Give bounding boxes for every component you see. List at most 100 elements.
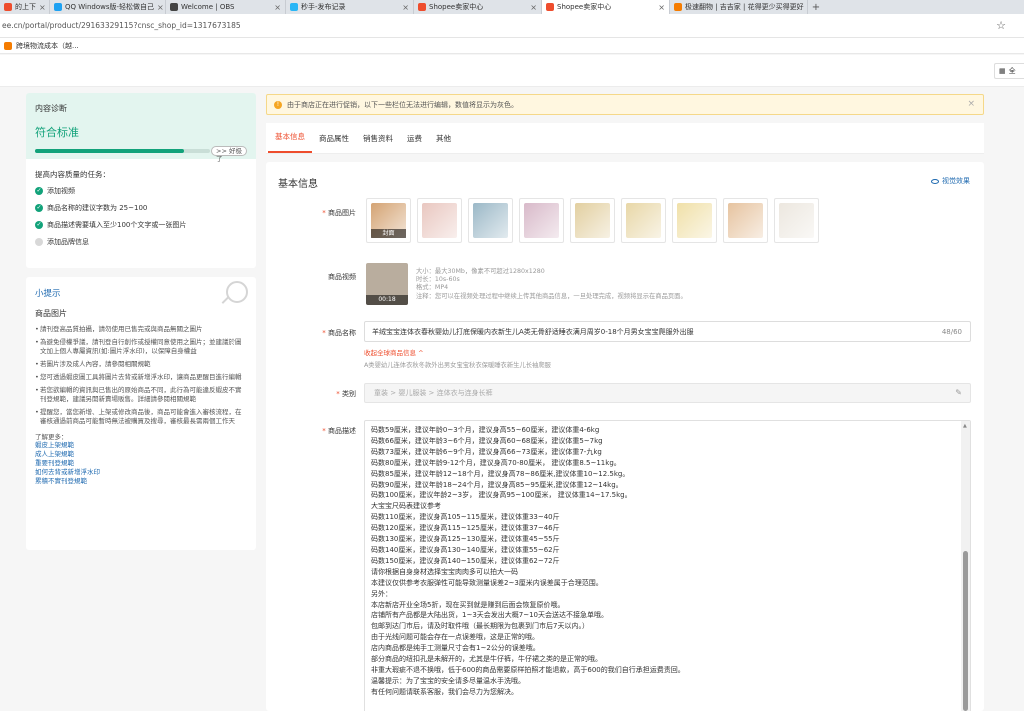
learn-more-link[interactable]: 蝦皮上架規範 bbox=[35, 441, 247, 450]
video-label: 商品视频 bbox=[328, 273, 356, 281]
description-line: 店铺所有产品都是大陆出货，1~3天会发出大概7~10天会送达不接急单哦。 bbox=[371, 611, 608, 620]
video-requirements: 大小：最大30Mb，像素不可超过1280x1280 时长：10s-60s 格式：MP… bbox=[416, 268, 687, 301]
bookmark-item[interactable]: 跨境物流成本（越... bbox=[16, 41, 79, 51]
section-tab[interactable]: 商品属性 bbox=[312, 133, 356, 153]
close-tab-icon[interactable]: × bbox=[530, 3, 537, 12]
product-name-value: 羊绒宝宝连体衣春秋婴幼儿打底保暖内衣新生儿A类无骨舒适睡衣满月周岁0-18个月男… bbox=[372, 327, 694, 336]
product-image-thumbnail[interactable]: 封面 bbox=[366, 198, 411, 243]
shop-header-button-label: 全 bbox=[1008, 67, 1016, 75]
magnifier-icon bbox=[226, 281, 248, 303]
learn-more-link[interactable]: 如何去背或新增浮水印 bbox=[35, 468, 247, 477]
learn-more-link[interactable]: 重要刊登規範 bbox=[35, 459, 247, 468]
check-circle-icon: ✓ bbox=[35, 204, 43, 212]
global-info-toggle[interactable]: 收起全球商品信息 ^ bbox=[364, 347, 424, 357]
video-thumbnail[interactable]: 00:18 bbox=[366, 263, 408, 305]
quality-progress: >> 好极了 bbox=[35, 146, 247, 163]
product-image-thumbnail[interactable] bbox=[468, 198, 513, 243]
description-line: 本建议仅供参考衣服弹性可能导致测量误差2~3厘米内误差属于合理范围。 bbox=[371, 578, 603, 587]
product-image-thumbnail[interactable] bbox=[774, 198, 819, 243]
category-label: * 类别 bbox=[336, 390, 356, 398]
close-icon[interactable]: × bbox=[967, 99, 975, 109]
section-tab[interactable]: 基本信息 bbox=[268, 131, 312, 153]
browser-tab-label: Welcome | OBS bbox=[181, 3, 235, 11]
task-item: ✓ 商品描述需要填入至少100个文字或一张图片 bbox=[35, 220, 247, 230]
browser-tab[interactable]: QQ Windows版-轻松做自己 × bbox=[50, 0, 166, 14]
close-tab-icon[interactable]: × bbox=[658, 3, 665, 12]
section-tab[interactable]: 运费 bbox=[400, 133, 429, 153]
product-image-thumbnail[interactable] bbox=[723, 198, 768, 243]
tips-subtitle: 商品图片 bbox=[35, 309, 67, 318]
product-image-thumbnail[interactable] bbox=[621, 198, 666, 243]
task-item: ✓ 商品名称的建议字数为 25~100 bbox=[35, 203, 247, 213]
description-line: 大宝宝尺码表建议参考 bbox=[371, 502, 441, 511]
product-image-thumbnail[interactable] bbox=[672, 198, 717, 243]
product-image-thumbnail[interactable] bbox=[570, 198, 615, 243]
preview-link[interactable]: 视觉效果 bbox=[931, 176, 970, 186]
new-tab-button[interactable]: + bbox=[808, 0, 824, 14]
product-image bbox=[728, 203, 763, 238]
bookmarks-bar: 跨境物流成本（越... bbox=[0, 38, 1024, 54]
section-tab[interactable]: 其他 bbox=[429, 133, 458, 153]
bookmark-favicon-icon bbox=[4, 41, 12, 50]
scroll-up-icon[interactable]: ▲ bbox=[963, 423, 967, 429]
section-tab[interactable]: 销售资料 bbox=[356, 133, 400, 153]
address-bar[interactable]: ee.cn/portal/product/29163329115?cnsc_sh… bbox=[0, 14, 1024, 38]
url-text[interactable]: ee.cn/portal/product/29163329115?cnsc_sh… bbox=[0, 21, 241, 30]
product-image bbox=[575, 203, 610, 238]
video-requirement-line: 时长：10s-60s bbox=[416, 276, 460, 284]
close-tab-icon[interactable]: × bbox=[39, 3, 46, 12]
description-line: 由于光线问题可能会存在一点误差哦，这是正常的哦。 bbox=[371, 633, 539, 642]
scrollbar-thumb[interactable] bbox=[963, 551, 968, 711]
tip-item: 請刊登高品質拍攝，請勿使用已售完或與商品無關之圖片 bbox=[35, 325, 247, 334]
description-line: 码数100厘米，建议年龄2~3岁， 建议身高95~100厘米， 建议体重14~1… bbox=[371, 491, 632, 500]
tips-panel: 小提示 商品图片 請刊登高品質拍攝，請勿使用已售完或與商品無關之圖片為避免侵權爭… bbox=[26, 277, 256, 550]
description-line: 码数110厘米，建议身高105~115厘米，建议体重33~40斤 bbox=[371, 513, 560, 522]
browser-tab[interactable]: 极速翻物 | 吉吉家 | 花得更少买得更好× bbox=[670, 0, 808, 14]
description-textarea[interactable]: 码数59厘米，建议年龄0~3个月，建议身高55~60厘米，建议体重4-6kg 码数… bbox=[364, 420, 971, 711]
section-title: 基本信息 bbox=[278, 179, 318, 190]
tab-favicon-icon bbox=[418, 3, 426, 11]
description-scrollbar[interactable]: ▲ bbox=[961, 421, 970, 711]
tip-item: 為避免侵權爭議，請刊登自行創作或授權同意使用之圖片；並建議於圖文加上個人專屬資訊… bbox=[35, 338, 247, 356]
description-line: 有任何问题请联系客服，我们会尽力为您解决。 bbox=[371, 687, 518, 696]
learn-more-link[interactable]: 累積不實刊登規範 bbox=[35, 477, 247, 486]
product-image-thumbnail[interactable] bbox=[417, 198, 462, 243]
section-tabs: 基本信息 商品属性 销售资料 运费 其他 bbox=[266, 123, 984, 154]
product-image bbox=[677, 203, 712, 238]
task-label: 添加视频 bbox=[47, 187, 75, 195]
browser-tab-label: 极速翻物 | 吉吉家 | 花得更少买得更好 bbox=[685, 3, 804, 11]
tip-item: 若您欲編輯的資訊與已售出的原始商品不同，此行為可能違反蝦皮不實刊登規範，建議另開… bbox=[35, 386, 247, 404]
task-label: 商品名称的建议字数为 25~100 bbox=[47, 204, 148, 212]
close-tab-icon[interactable]: × bbox=[402, 3, 409, 12]
browser-tab[interactable]: 秒手-发布记录 × bbox=[286, 0, 414, 14]
category-field: 童装 > 婴儿服装 > 连体衣与连身长裤 ✎ bbox=[364, 383, 971, 403]
browser-tab[interactable]: Shopee卖家中心 × bbox=[542, 0, 670, 14]
check-circle-icon: ✓ bbox=[35, 187, 43, 195]
shop-header: ▦ 全 bbox=[0, 55, 1024, 87]
learn-more-link[interactable]: 成人上架規範 bbox=[35, 450, 247, 459]
basic-info-panel: 基本信息 视觉效果 * 商品图片 封面 商品视频 00:18 大小：最大30Mb… bbox=[266, 162, 984, 711]
bookmark-star-icon[interactable]: ☆ bbox=[996, 19, 1006, 32]
description-line: 非重大瑕疵不退不换哦，低于600的商品需要原样拍照才能退款，高于600的我们自行… bbox=[371, 665, 685, 674]
browser-tab[interactable]: Welcome | OBS × bbox=[166, 0, 286, 14]
shop-header-button[interactable]: ▦ 全 bbox=[994, 63, 1024, 79]
task-label: 添加品牌信息 bbox=[47, 238, 89, 246]
task-label: 商品描述需要填入至少100个文字或一张图片 bbox=[47, 221, 187, 229]
progress-track bbox=[35, 149, 210, 153]
tab-favicon-icon bbox=[170, 3, 178, 11]
product-image-thumbnail[interactable] bbox=[519, 198, 564, 243]
preview-label: 视觉效果 bbox=[942, 177, 970, 185]
description-line: 码数90厘米，建议年龄18~24个月，建议身高85~95厘米,建议体重12~14… bbox=[371, 480, 623, 489]
browser-tab[interactable]: Shopee卖家中心 × bbox=[414, 0, 542, 14]
close-tab-icon[interactable]: × bbox=[274, 3, 281, 12]
image-thumbnails: 封面 bbox=[366, 198, 819, 243]
product-name-input[interactable]: 羊绒宝宝连体衣春秋婴幼儿打底保暖内衣新生儿A类无骨舒适睡衣满月周岁0-18个月男… bbox=[364, 321, 971, 342]
browser-tab[interactable]: 的上下 × bbox=[0, 0, 50, 14]
close-tab-icon[interactable]: × bbox=[157, 3, 164, 12]
description-line: 码数130厘米，建议身高125~130厘米，建议体重45~55斤 bbox=[371, 535, 560, 544]
description-line: 码数120厘米，建议身高115~125厘米，建议体重37~46斤 bbox=[371, 524, 560, 533]
task-list: 提高内容质量的任务： ✓ 添加视频 ✓ 商品名称的建议字数为 25~100 ✓ 商品描述需… bbox=[26, 159, 256, 264]
description-line: 码数150厘米，建议身高140~150厘米，建议体重62~72斤 bbox=[371, 556, 560, 565]
browser-tab-label: 秒手-发布记录 bbox=[301, 3, 346, 11]
browser-tab-label: 的上下 bbox=[15, 3, 36, 11]
